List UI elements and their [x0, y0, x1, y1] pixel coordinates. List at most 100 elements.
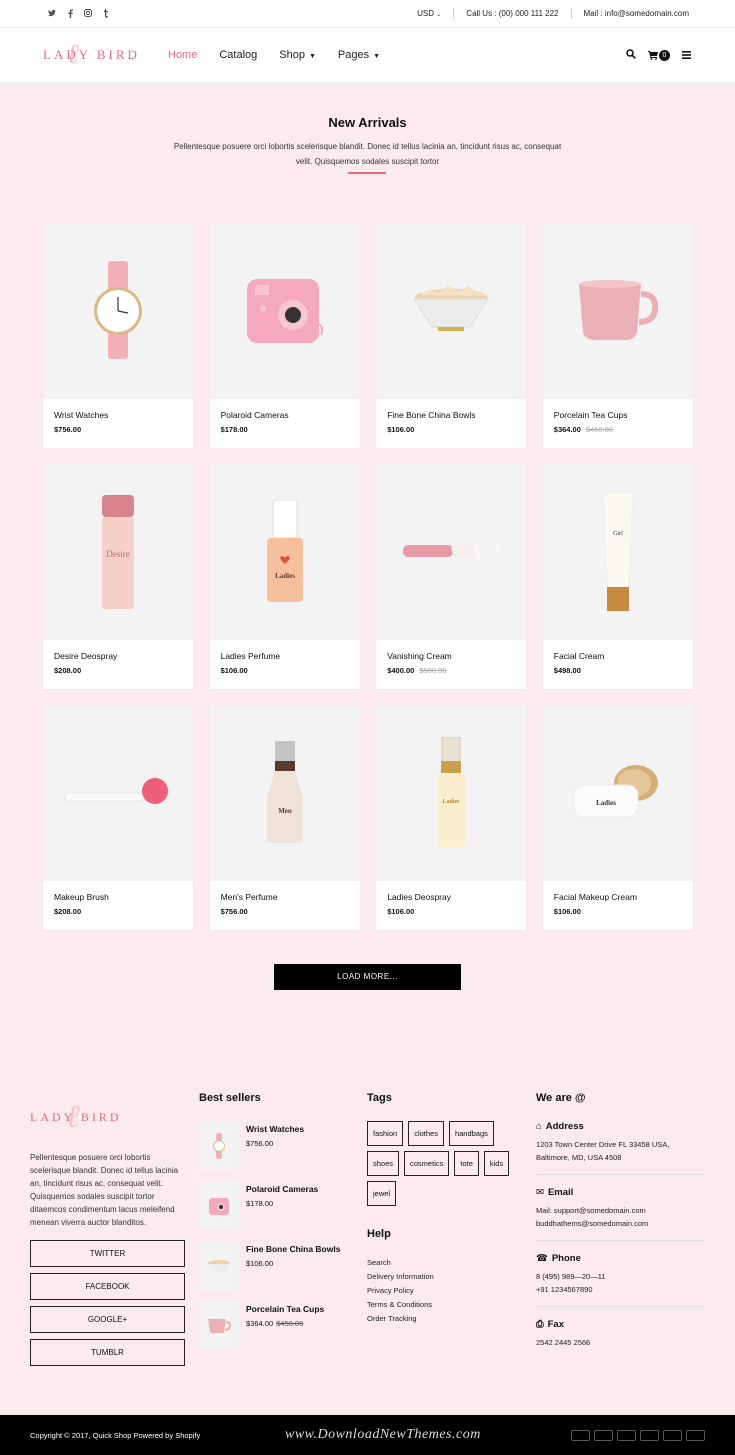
- best-seller-thumb-camera[interactable]: [199, 1181, 239, 1230]
- nav-icons: 0: [626, 49, 691, 62]
- currency-selector[interactable]: USD ⌄: [417, 9, 441, 18]
- instagram-icon[interactable]: [84, 8, 92, 18]
- product-card[interactable]: Polaroid Cameras $178.00: [209, 223, 360, 448]
- product-image-perfume[interactable]: Ladies: [209, 464, 360, 640]
- facebook-icon[interactable]: [66, 8, 74, 18]
- mastercard-icon: [617, 1430, 636, 1441]
- product-name[interactable]: Facial Cream: [554, 651, 605, 661]
- load-more-button[interactable]: LOAD MORE...: [274, 964, 461, 990]
- mail-text[interactable]: Mail : info@somedomain.com: [584, 9, 690, 18]
- twitter-icon[interactable]: [48, 8, 56, 18]
- help-link-search[interactable]: Search: [367, 1258, 434, 1267]
- caret-down-icon: ▼: [373, 53, 381, 60]
- footer-logo[interactable]: ℓ LADY BIRD: [30, 1098, 122, 1134]
- product-image-ladies-deospray[interactable]: Ladies: [376, 705, 527, 881]
- help-link-delivery[interactable]: Delivery Information: [367, 1272, 434, 1281]
- address-label: Address: [545, 1121, 584, 1132]
- product-image-facial-cream[interactable]: Girl: [542, 464, 693, 640]
- product-name[interactable]: Ladies Deospray: [387, 892, 451, 902]
- tag-handbags[interactable]: handbags: [448, 1121, 494, 1146]
- product-card[interactable]: Meu Men's Perfume $756.00: [209, 705, 360, 930]
- price-current: $106.00: [553, 907, 581, 916]
- help-link-order-tracking[interactable]: Order Tracking: [367, 1314, 434, 1323]
- product-image-bowl[interactable]: [376, 223, 527, 399]
- product-card[interactable]: Wrist Watches $756.00: [43, 223, 193, 448]
- product-name[interactable]: Vanishing Cream: [387, 651, 452, 661]
- product-image-watch[interactable]: [43, 223, 193, 399]
- best-seller-item[interactable]: Polaroid Cameras $178.00: [199, 1181, 340, 1230]
- search-icon[interactable]: [626, 49, 636, 62]
- best-seller-name[interactable]: Wrist Watches: [246, 1124, 304, 1134]
- fax-icon: ⎙: [536, 1319, 544, 1330]
- best-seller-item[interactable]: Porcelain Tea Cups $364.00 $450.00: [199, 1301, 340, 1350]
- product-card[interactable]: Ladies Ladies Perfume $106.00: [209, 464, 360, 689]
- product-card[interactable]: Makeup Brush $208.00: [43, 705, 193, 930]
- product-image-facial-makeup-cream[interactable]: Ladies: [542, 705, 693, 881]
- price-old: $450.00: [276, 1319, 304, 1328]
- tag-clothes[interactable]: clothes: [408, 1121, 444, 1146]
- product-price: $400.00 $500.00: [387, 666, 446, 675]
- tag-tote[interactable]: tote: [454, 1151, 479, 1176]
- product-image-mens-perfume[interactable]: Meu: [209, 705, 360, 881]
- tumblr-button[interactable]: TUMBLR: [30, 1339, 185, 1366]
- email-text[interactable]: Mail: support@somedomain.com: [536, 1204, 704, 1217]
- product-image-camera[interactable]: [209, 223, 360, 399]
- product-image-vanishing-cream[interactable]: [376, 464, 527, 640]
- tag-jewel[interactable]: jewel: [367, 1181, 397, 1206]
- help-link-terms[interactable]: Terms & Conditions: [367, 1300, 434, 1309]
- visa-icon: [594, 1430, 613, 1441]
- best-seller-name[interactable]: Polaroid Cameras: [246, 1184, 318, 1194]
- tag-shoes[interactable]: shoes: [367, 1151, 400, 1176]
- price-current: $364.00: [246, 1319, 274, 1328]
- google-plus-button[interactable]: GOOGLE+: [30, 1306, 185, 1333]
- product-card[interactable]: Ladies Ladies Deospray $106.00: [376, 705, 527, 930]
- price-current: $208.00: [54, 666, 82, 675]
- product-card[interactable]: Ladies Facial Makeup Cream $106.00: [542, 705, 693, 930]
- product-name[interactable]: Wrist Watches: [54, 410, 108, 420]
- product-card[interactable]: Porcelain Tea Cups $364.00 $450.00: [542, 223, 693, 448]
- tumblr-icon[interactable]: [102, 8, 110, 18]
- nav-item-home[interactable]: Home: [168, 49, 197, 61]
- product-image-cup[interactable]: [542, 223, 693, 399]
- product-name[interactable]: Porcelain Tea Cups: [554, 410, 628, 420]
- product-name[interactable]: Makeup Brush: [54, 892, 109, 902]
- best-seller-thumb-bowl[interactable]: [199, 1241, 239, 1290]
- brand-name: LADY BIRD: [30, 1110, 122, 1124]
- tag-kids[interactable]: kids: [483, 1151, 510, 1176]
- product-card[interactable]: Girl Facial Cream $498.00: [542, 464, 693, 689]
- price-current: $178.00: [246, 1199, 274, 1208]
- product-image-makeup-brush[interactable]: [43, 705, 193, 881]
- product-name[interactable]: Men's Perfume: [221, 892, 278, 902]
- email-text[interactable]: buddhathems@somedomain.com: [536, 1217, 704, 1230]
- cart-button[interactable]: 0: [648, 50, 670, 61]
- best-seller-item[interactable]: Fine Bone China Bowls $106.00: [199, 1241, 340, 1290]
- best-seller-name[interactable]: Porcelain Tea Cups: [246, 1304, 324, 1314]
- tag-cosmetics[interactable]: cosmetics: [404, 1151, 450, 1176]
- best-seller-thumb-watch[interactable]: [199, 1121, 239, 1170]
- nav-item-catalog[interactable]: Catalog: [219, 49, 257, 61]
- nav-item-shop[interactable]: Shop ▼: [279, 49, 316, 61]
- product-name[interactable]: Facial Makeup Cream: [554, 892, 637, 902]
- menu-icon[interactable]: [682, 50, 691, 62]
- best-seller-name[interactable]: Fine Bone China Bowls: [246, 1244, 340, 1254]
- help-link-privacy[interactable]: Privacy Policy: [367, 1286, 434, 1295]
- twitter-button[interactable]: TWITTER: [30, 1240, 185, 1267]
- price-current: $498.00: [553, 666, 581, 675]
- product-card[interactable]: Desire Desire Deospray $208.00: [43, 464, 193, 689]
- product-name[interactable]: Ladies Perfume: [221, 651, 281, 661]
- product-card[interactable]: Fine Bone China Bowls $106.00: [376, 223, 527, 448]
- tag-fashion[interactable]: fashion: [367, 1121, 404, 1146]
- product-image-deospray[interactable]: Desire: [43, 464, 193, 640]
- facebook-button[interactable]: FACEBOOK: [30, 1273, 185, 1300]
- best-seller-thumb-cup[interactable]: [199, 1301, 239, 1350]
- contact-fax: ⎙ Fax 2542 2445 2566: [536, 1319, 704, 1359]
- brand-logo[interactable]: ℓ LADY BIRD: [43, 39, 140, 70]
- cart-icon: [648, 51, 658, 60]
- product-name[interactable]: Polaroid Cameras: [221, 410, 289, 420]
- best-seller-item[interactable]: Wrist Watches $756.00: [199, 1121, 340, 1170]
- product-name[interactable]: Fine Bone China Bowls: [387, 410, 475, 420]
- nav-item-pages[interactable]: Pages ▼: [338, 49, 380, 61]
- product-grid: Wrist Watches $756.00 Polaroid Cameras $…: [43, 223, 693, 930]
- product-card[interactable]: Vanishing Cream $400.00 $500.00: [376, 464, 527, 689]
- product-name[interactable]: Desire Deospray: [54, 651, 117, 661]
